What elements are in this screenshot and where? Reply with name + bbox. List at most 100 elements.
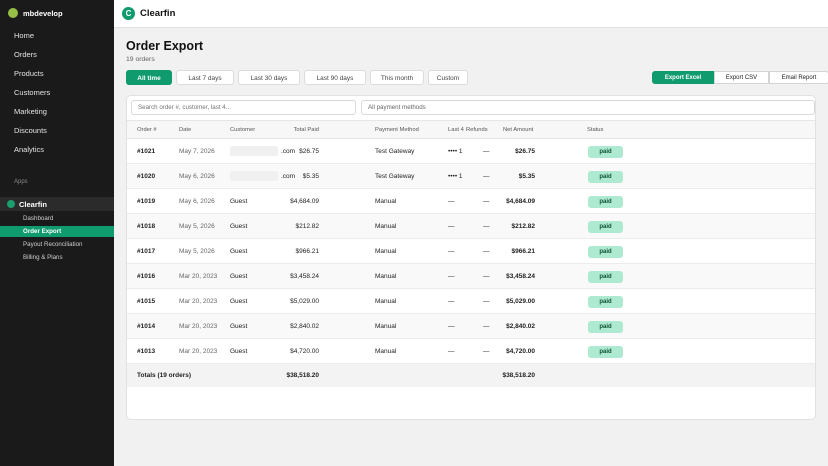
order-last4: — [448,248,455,255]
order-total-paid: $26.75 [299,148,319,155]
clearfin-app-icon [7,200,15,208]
order-number: #1021 [137,148,156,155]
order-total-paid: $4,684.09 [290,198,319,205]
sidebar-subitem-payout-reconciliation[interactable]: Payout Reconciliation [0,239,114,250]
sidebar-item-customers[interactable]: Customers [0,83,114,102]
col-customer[interactable]: Customer [230,121,255,140]
totals-label: Totals (19 orders) [137,372,192,379]
table-row[interactable]: #1021 May 7, 2026 .com $26.75 Test Gateway ••… [127,139,815,164]
order-total-paid: $5.35 [302,173,319,180]
order-payment-method: Test Gateway [375,173,415,180]
col-refunds[interactable]: Refunds [466,121,488,140]
status-badge: paid [588,246,623,258]
sidebar-app-clearfin[interactable]: Clearfin [0,197,114,211]
order-total-paid: $3,458.24 [290,273,319,280]
sidebar-subitem-dashboard[interactable]: Dashboard [0,213,114,224]
store-name: mbdevelop [23,8,63,18]
order-customer: Guest [230,273,248,280]
col-status[interactable]: Status [587,121,603,140]
totals-total-paid: $38,518.20 [286,372,319,379]
order-number: #1020 [137,173,156,180]
page-title: Order Export [126,39,204,53]
col-last4[interactable]: Last 4 [448,121,464,140]
order-last4: — [448,348,455,355]
col-payment-method[interactable]: Payment Method [375,121,419,140]
table-row[interactable]: #1013 Mar 20, 2023 Guest $4,720.00 Manual — — $… [127,339,815,364]
col-order[interactable]: Order # [137,121,157,140]
sidebar-subitem-billing-plans[interactable]: Billing & Plans [0,252,114,263]
order-total-paid: $966.21 [295,248,320,255]
filter-this-month[interactable]: This month [370,70,424,85]
order-net-amount: $2,840.02 [506,323,535,330]
sidebar-subitem-order-export[interactable]: Order Export [0,226,114,237]
apps-section-label: Apps [14,179,28,185]
filter-last-7-days[interactable]: Last 7 days [176,70,234,85]
table-row[interactable]: #1014 Mar 20, 2023 Guest $2,840.02 Manual — — $… [127,314,815,339]
filter-custom[interactable]: Custom [428,70,468,85]
order-date: Mar 20, 2023 [179,348,218,355]
col-net-amount[interactable]: Net Amount [503,121,533,140]
order-payment-method: Manual [375,298,397,305]
col-total-paid[interactable]: Total Paid [291,121,319,140]
order-date: May 7, 2026 [179,148,215,155]
filter-all-time[interactable]: All time [126,70,172,85]
order-customer: Guest [230,223,248,230]
order-date: Mar 20, 2023 [179,273,218,280]
search-input[interactable] [131,100,356,115]
order-date: May 6, 2026 [179,173,215,180]
order-date: May 5, 2026 [179,248,215,255]
sidebar-item-home[interactable]: Home [0,26,114,45]
order-last4: •••• 1 [448,173,463,180]
order-number: #1013 [137,348,156,355]
order-net-amount: $4,720.00 [506,348,535,355]
sidebar-item-products[interactable]: Products [0,64,114,83]
store-logo-icon [8,8,18,18]
status-badge: paid [588,146,623,158]
filter-last-30-days[interactable]: Last 30 days [238,70,300,85]
sidebar-item-orders[interactable]: Orders [0,45,114,64]
order-last4: — [448,298,455,305]
order-net-amount: $5.35 [518,173,535,180]
brand-name: Clearfin [140,8,176,19]
order-net-amount: $212.82 [511,223,536,230]
export-excel-button[interactable]: Export Excel [652,71,714,84]
sidebar-item-analytics[interactable]: Analytics [0,140,114,159]
status-badge: paid [588,296,623,308]
order-customer: Guest [230,248,248,255]
email-report-button[interactable]: Email Report [769,71,828,84]
order-customer: Guest [230,323,248,330]
status-badge: paid [588,346,623,358]
table-row[interactable]: #1018 May 5, 2026 Guest $212.82 Manual — — $212… [127,214,815,239]
order-total-paid: $2,840.02 [290,323,319,330]
clearfin-logo-icon: C [122,7,135,20]
export-csv-button[interactable]: Export CSV [714,71,769,84]
totals-row: Totals (19 orders) $38,518.20 $38,518.20 [127,364,815,387]
sidebar-item-discounts[interactable]: Discounts [0,121,114,140]
col-date[interactable]: Date [179,121,191,140]
order-last4: — [448,273,455,280]
table-row[interactable]: #1020 May 6, 2026 .com $5.35 Test Gateway •••… [127,164,815,189]
status-badge: paid [588,221,623,233]
order-payment-method: Test Gateway [375,148,415,155]
filter-last-90-days[interactable]: Last 90 days [304,70,366,85]
table-row[interactable]: #1017 May 5, 2026 Guest $966.21 Manual — — $966… [127,239,815,264]
order-number: #1014 [137,323,156,330]
order-count: 19 orders [126,56,155,63]
table-row[interactable]: #1016 Mar 20, 2023 Guest $3,458.24 Manual — — $… [127,264,815,289]
order-total-paid: $4,720.00 [290,348,319,355]
payment-method-select[interactable]: All payment methods [361,100,815,115]
sidebar-item-marketing[interactable]: Marketing [0,102,114,121]
order-payment-method: Manual [375,348,397,355]
order-net-amount: $3,458.24 [506,273,535,280]
store-switcher[interactable]: mbdevelop [0,0,114,26]
order-date: Mar 20, 2023 [179,323,218,330]
order-last4: — [448,223,455,230]
order-date: Mar 20, 2023 [179,298,218,305]
table-row[interactable]: #1019 May 6, 2026 Guest $4,684.09 Manual — — $4… [127,189,815,214]
table-row[interactable]: #1015 Mar 20, 2023 Guest $5,029.00 Manual — — $… [127,289,815,314]
order-payment-method: Manual [375,248,397,255]
order-total-paid: $5,029.00 [290,298,319,305]
totals-net-amount: $38,518.20 [502,372,535,379]
orders-card: All payment methods Order # Date Custome… [126,95,816,420]
order-date: May 5, 2026 [179,223,215,230]
